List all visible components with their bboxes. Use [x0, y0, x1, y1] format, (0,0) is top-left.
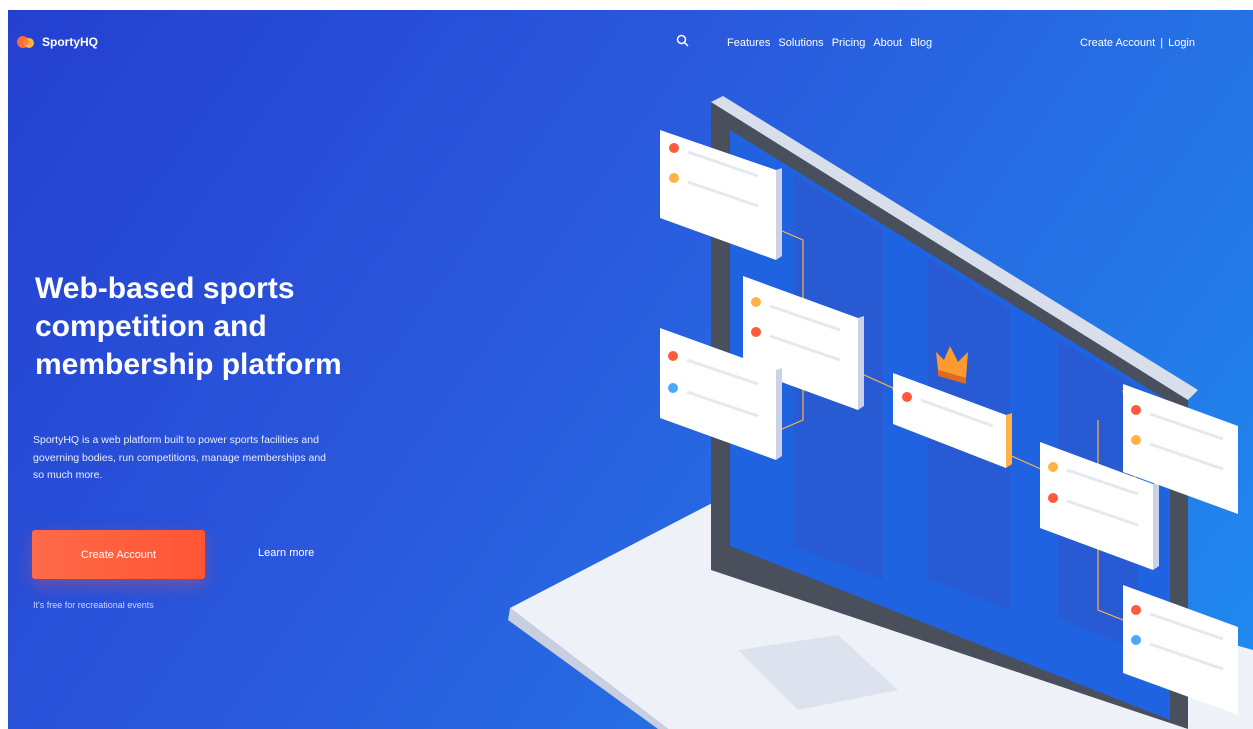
nav-item-blog[interactable]: Blog: [910, 37, 932, 49]
landing-page: SportyHQ Features Solutions Pricing Abou…: [8, 10, 1253, 729]
free-note: It's free for recreational events: [33, 600, 154, 610]
hero-description-line: SportyHQ is a web platform built to powe…: [33, 434, 319, 446]
hero-title-line: competition and: [35, 310, 267, 343]
sportyhq-logo-icon: [17, 36, 34, 48]
top-nav: SportyHQ Features Solutions Pricing Abou…: [8, 10, 1253, 70]
auth-links: Create Account | Login: [1080, 37, 1195, 49]
nav-item-about[interactable]: About: [873, 37, 902, 49]
hero-description-line: so much more.: [33, 469, 103, 481]
hero-title-line: membership platform: [35, 348, 342, 381]
create-account-button[interactable]: Create Account: [32, 530, 205, 579]
main-menu: Features Solutions Pricing About Blog: [727, 37, 932, 49]
laptop-illustration: [508, 96, 1253, 729]
nav-create-account-link[interactable]: Create Account: [1080, 37, 1155, 49]
nav-item-solutions[interactable]: Solutions: [778, 37, 823, 49]
nav-item-features[interactable]: Features: [727, 37, 770, 49]
nav-separator: |: [1160, 37, 1164, 49]
nav-login-link[interactable]: Login: [1168, 37, 1195, 49]
hero-title-line: Web-based sports: [35, 272, 295, 305]
learn-more-link[interactable]: Learn more: [258, 547, 314, 559]
hero-title: Web-based sports competition and members…: [35, 270, 475, 384]
brand-name: SportyHQ: [42, 35, 99, 49]
hero-description: SportyHQ is a web platform built to powe…: [33, 432, 473, 485]
search-icon[interactable]: [676, 34, 689, 50]
hero-description-line: governing bodies, run competitions, mana…: [33, 451, 327, 464]
nav-item-pricing[interactable]: Pricing: [832, 37, 866, 49]
brand-logo[interactable]: SportyHQ: [16, 34, 98, 50]
